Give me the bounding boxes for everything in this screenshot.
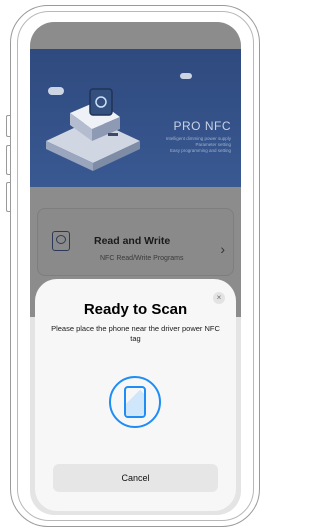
chevron-right-icon: › [220, 241, 225, 257]
sheet-message: Please place the phone near the driver p… [51, 324, 220, 343]
side-button-volume-up [6, 145, 10, 175]
phone-outline [124, 386, 146, 418]
cloud-decoration [180, 73, 192, 79]
scan-sheet: × Ready to Scan Please place the phone n… [35, 279, 236, 511]
read-write-card[interactable]: Read and Write NFC Read/Write Programs › [37, 208, 234, 276]
side-button-volume-down [6, 182, 10, 212]
cancel-button[interactable]: Cancel [53, 464, 218, 492]
sheet-title: Ready to Scan [83, 301, 188, 318]
card-title: Read and Write [94, 235, 171, 247]
banner-feature-line: Easy programming and setting [169, 148, 231, 153]
hero-banner: PRO NFC Intelligent dimming power supply… [30, 49, 241, 199]
card-subtitle: NFC Read/Write Programs [100, 255, 184, 262]
phone-scan-icon [109, 376, 161, 428]
nfc-device-illustration [46, 88, 140, 171]
banner-title: PRO NFC [173, 119, 231, 133]
card-section: Read and Write NFC Read/Write Programs › [30, 187, 241, 287]
side-button-mute [6, 115, 10, 137]
status-bar [30, 22, 241, 49]
banner-feature-list: Intelligent dimming power supply Paramet… [166, 136, 231, 154]
screen: PRO NFC Intelligent dimming power supply… [30, 22, 241, 515]
nfc-tag-icon [52, 231, 70, 251]
